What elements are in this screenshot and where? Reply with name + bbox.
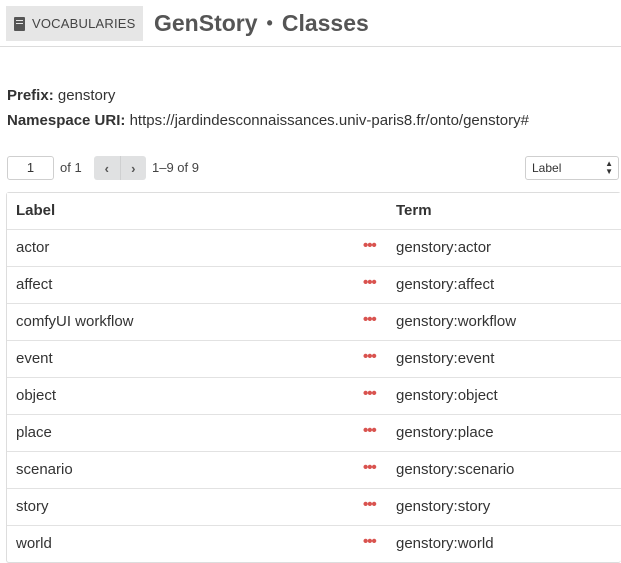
- more-options-icon[interactable]: •••: [363, 422, 377, 439]
- more-options-icon[interactable]: •••: [363, 459, 377, 476]
- more-options-icon[interactable]: •••: [363, 533, 377, 550]
- table-row: event ••• genstory:event: [7, 340, 621, 377]
- classes-table: Label Term actor ••• genstory:actor affe…: [6, 192, 621, 563]
- table-row: comfyUI workflow ••• genstory:workflow: [7, 303, 621, 340]
- page-nav: ‹ ›: [94, 156, 146, 180]
- title-separator: •: [266, 13, 273, 33]
- sort-select-value: Label: [532, 161, 562, 175]
- prefix-value: genstory: [57, 87, 116, 104]
- more-options-icon[interactable]: •••: [363, 311, 377, 328]
- sort-select[interactable]: Label ▲ ▼: [525, 156, 619, 180]
- namespace-line: Namespace URI: https://jardindesconnaiss…: [7, 112, 529, 129]
- row-label[interactable]: place: [16, 424, 52, 441]
- page-title: GenStory • Classes: [154, 10, 369, 37]
- table-row: story ••• genstory:story: [7, 488, 621, 525]
- column-header-label[interactable]: Label: [16, 202, 55, 219]
- row-term[interactable]: genstory:world: [396, 535, 494, 552]
- column-header-term[interactable]: Term: [396, 202, 432, 219]
- row-term[interactable]: genstory:place: [396, 424, 494, 441]
- row-label[interactable]: actor: [16, 239, 49, 256]
- title-section: Classes: [281, 10, 369, 36]
- row-label[interactable]: world: [16, 535, 52, 552]
- table-row: actor ••• genstory:actor: [7, 229, 621, 266]
- row-label[interactable]: comfyUI workflow: [16, 313, 134, 330]
- title-vocabulary: GenStory: [154, 10, 258, 36]
- row-label[interactable]: story: [16, 498, 49, 515]
- more-options-icon[interactable]: •••: [363, 237, 377, 254]
- select-arrows-icon: ▲ ▼: [605, 159, 613, 176]
- row-term[interactable]: genstory:workflow: [396, 313, 516, 330]
- page-count: of 1: [60, 160, 82, 175]
- row-label[interactable]: scenario: [16, 461, 73, 478]
- more-options-icon[interactable]: •••: [363, 348, 377, 365]
- row-label[interactable]: object: [16, 387, 56, 404]
- next-page-icon[interactable]: ›: [121, 156, 147, 180]
- row-term[interactable]: genstory:story: [396, 498, 490, 515]
- row-term[interactable]: genstory:object: [396, 387, 498, 404]
- row-term[interactable]: genstory:event: [396, 350, 494, 367]
- table-row: affect ••• genstory:affect: [7, 266, 621, 303]
- table-row: world ••• genstory:world: [7, 525, 621, 562]
- row-term[interactable]: genstory:affect: [396, 276, 494, 293]
- table-row: place ••• genstory:place: [7, 414, 621, 451]
- namespace-label: Namespace URI:: [7, 112, 126, 129]
- vocabularies-button[interactable]: VOCABULARIES: [6, 6, 143, 41]
- page-number-input[interactable]: 1: [7, 156, 54, 180]
- book-icon: [14, 16, 25, 31]
- more-options-icon[interactable]: •••: [363, 496, 377, 513]
- prefix-label: Prefix:: [7, 87, 54, 104]
- table-row: object ••• genstory:object: [7, 377, 621, 414]
- result-range: 1–9 of 9: [152, 160, 199, 175]
- vocabularies-button-label: VOCABULARIES: [32, 16, 136, 31]
- prev-page-icon[interactable]: ‹: [94, 156, 121, 180]
- row-label[interactable]: affect: [16, 276, 52, 293]
- namespace-value: https://jardindesconnaissances.univ-pari…: [129, 112, 529, 129]
- pagination: 1 of 1 ‹ › 1–9 of 9 Label ▲ ▼: [7, 156, 619, 180]
- page-header: VOCABULARIES GenStory • Classes: [0, 0, 621, 47]
- row-term[interactable]: genstory:actor: [396, 239, 491, 256]
- table-header: Label Term: [7, 193, 621, 229]
- table-row: scenario ••• genstory:scenario: [7, 451, 621, 488]
- more-options-icon[interactable]: •••: [363, 385, 377, 402]
- row-label[interactable]: event: [16, 350, 53, 367]
- more-options-icon[interactable]: •••: [363, 274, 377, 291]
- row-term[interactable]: genstory:scenario: [396, 461, 514, 478]
- prefix-line: Prefix: genstory: [7, 87, 115, 104]
